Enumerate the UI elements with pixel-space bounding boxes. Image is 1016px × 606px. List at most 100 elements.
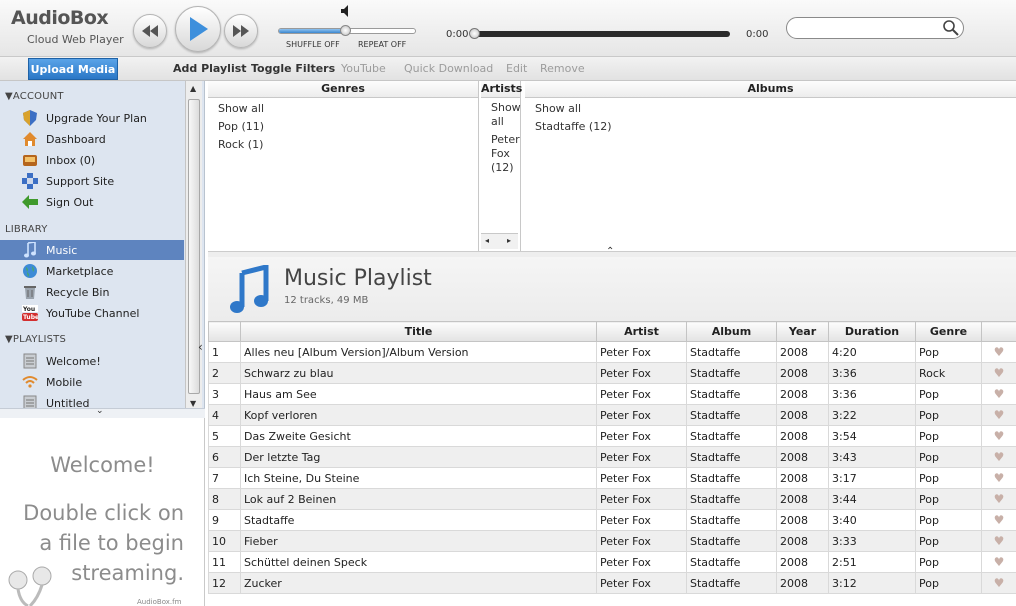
- repeat-toggle[interactable]: REPEAT OFF: [358, 40, 406, 49]
- column-header-artist[interactable]: Artist: [596, 321, 687, 342]
- favorite-cell[interactable]: ♥: [981, 404, 1016, 426]
- column-header-album[interactable]: Album: [686, 321, 777, 342]
- table-header-row: Title Artist Album Year Duration Genre: [208, 321, 1016, 342]
- edit-button[interactable]: Edit: [506, 62, 527, 75]
- heart-icon[interactable]: ♥: [994, 471, 1005, 485]
- youtube-button[interactable]: YouTube: [341, 62, 386, 75]
- sidebar-resize-handle[interactable]: ⌄: [0, 406, 205, 418]
- favorite-cell[interactable]: ♥: [981, 572, 1016, 594]
- album-item[interactable]: Stadtaffe (12): [525, 118, 1016, 136]
- column-header-number[interactable]: [208, 321, 241, 342]
- table-row[interactable]: 10 Fieber Peter Fox Stadtaffe 2008 3:33 Pop ♥: [208, 530, 1016, 552]
- sidebar-item-music[interactable]: Music: [0, 240, 184, 260]
- table-row[interactable]: 1 Alles neu [Album Version]/Album Version…: [208, 341, 1016, 363]
- add-playlist-button[interactable]: Add Playlist: [173, 62, 247, 75]
- remove-button[interactable]: Remove: [540, 62, 585, 75]
- column-header-genre[interactable]: Genre: [915, 321, 982, 342]
- account-section-header[interactable]: ▼ACCOUNT: [5, 91, 64, 102]
- chevron-up-icon[interactable]: ⌃: [606, 246, 614, 257]
- heart-icon[interactable]: ♥: [994, 366, 1005, 380]
- toggle-filters-button[interactable]: Toggle Filters: [251, 62, 335, 75]
- favorite-cell[interactable]: ♥: [981, 383, 1016, 405]
- track-title: Alles neu [Album Version]/Album Version: [240, 341, 597, 363]
- quick-download-button[interactable]: Quick Download: [404, 62, 493, 75]
- sidebar-item-label: Recycle Bin: [46, 285, 110, 299]
- genre-item[interactable]: Pop (11): [208, 118, 478, 136]
- sidebar-item-playlist-welcome[interactable]: Welcome!: [0, 351, 184, 371]
- sidebar-item-youtube-channel[interactable]: You Tube YouTube Channel: [0, 303, 184, 323]
- heart-icon[interactable]: ♥: [994, 513, 1005, 527]
- favorite-cell[interactable]: ♥: [981, 362, 1016, 384]
- favorite-cell[interactable]: ♥: [981, 446, 1016, 468]
- next-track-button[interactable]: [224, 14, 258, 48]
- heart-icon[interactable]: ♥: [994, 534, 1005, 548]
- sidebar-item-inbox[interactable]: Inbox (0): [0, 150, 184, 170]
- previous-track-button[interactable]: [133, 14, 167, 48]
- playlists-section-header[interactable]: ▼PLAYLISTS: [5, 334, 66, 345]
- sidebar-item-dashboard[interactable]: Dashboard: [0, 129, 184, 149]
- table-row[interactable]: 12 Zucker Peter Fox Stadtaffe 2008 3:12 Pop ♥: [208, 572, 1016, 594]
- track-title: Kopf verloren: [240, 404, 597, 426]
- sidebar-item-recycle-bin[interactable]: Recycle Bin: [0, 282, 184, 302]
- heart-icon[interactable]: ♥: [994, 450, 1005, 464]
- column-header-favorite[interactable]: [981, 321, 1016, 342]
- genre-item[interactable]: Rock (1): [208, 136, 478, 154]
- heart-icon[interactable]: ♥: [994, 555, 1005, 569]
- table-row[interactable]: 5 Das Zweite Gesicht Peter Fox Stadtaffe 200…: [208, 425, 1016, 447]
- favorite-cell[interactable]: ♥: [981, 488, 1016, 510]
- table-row[interactable]: 7 Ich Steine, Du Steine Peter Fox Stadtaffe…: [208, 467, 1016, 489]
- track-duration: 3:22: [828, 404, 916, 426]
- scroll-right-icon[interactable]: ▸: [507, 236, 511, 245]
- search-icon[interactable]: [942, 19, 960, 37]
- heart-icon[interactable]: ♥: [994, 345, 1005, 359]
- favorite-cell[interactable]: ♥: [981, 425, 1016, 447]
- track-duration: 3:54: [828, 425, 916, 447]
- artist-item[interactable]: Peter Fox (12): [481, 133, 520, 175]
- column-header-title[interactable]: Title: [240, 321, 597, 342]
- table-row[interactable]: 3 Haus am See Peter Fox Stadtaffe 2008 3:36 Po…: [208, 383, 1016, 405]
- column-header-year[interactable]: Year: [776, 321, 829, 342]
- table-row[interactable]: 6 Der letzte Tag Peter Fox Stadtaffe 2008 3:4…: [208, 446, 1016, 468]
- sidebar-item-marketplace[interactable]: Marketplace: [0, 261, 184, 281]
- heart-icon[interactable]: ♥: [994, 387, 1005, 401]
- chevron-down-icon[interactable]: ⌄: [96, 406, 104, 416]
- seek-bar[interactable]: [472, 31, 730, 37]
- table-row[interactable]: 9 Stadtaffe Peter Fox Stadtaffe 2008 3:40 Pop ♥: [208, 509, 1016, 531]
- sidebar-item-sign-out[interactable]: Sign Out: [0, 192, 184, 212]
- table-row[interactable]: 2 Schwarz zu blau Peter Fox Stadtaffe 2008 3:…: [208, 362, 1016, 384]
- seek-handle[interactable]: [469, 28, 480, 39]
- sidebar-item-upgrade[interactable]: Upgrade Your Plan: [0, 108, 184, 128]
- heart-icon[interactable]: ♥: [994, 408, 1005, 422]
- artist-item[interactable]: Show all: [481, 101, 521, 129]
- favorite-cell[interactable]: ♥: [981, 509, 1016, 531]
- sidebar-scrollbar[interactable]: ▲ ▼: [185, 81, 202, 411]
- shuffle-toggle[interactable]: SHUFFLE OFF: [286, 40, 340, 49]
- heart-icon[interactable]: ♥: [994, 429, 1005, 443]
- favorite-cell[interactable]: ♥: [981, 467, 1016, 489]
- heart-icon[interactable]: ♥: [994, 576, 1005, 590]
- table-row[interactable]: 4 Kopf verloren Peter Fox Stadtaffe 2008 3:22…: [208, 404, 1016, 426]
- table-row[interactable]: 8 Lok auf 2 Beinen Peter Fox Stadtaffe 2008 3…: [208, 488, 1016, 510]
- upload-media-button[interactable]: Upload Media: [28, 58, 118, 80]
- favorite-cell[interactable]: ♥: [981, 341, 1016, 363]
- play-button[interactable]: [175, 6, 221, 52]
- volume-slider-handle[interactable]: [340, 25, 351, 36]
- search-input[interactable]: [786, 17, 964, 39]
- favorite-cell[interactable]: ♥: [981, 530, 1016, 552]
- sidebar-item-playlist-mobile[interactable]: Mobile: [0, 372, 184, 392]
- playlist-icon: [22, 353, 38, 369]
- sidebar-item-support[interactable]: Support Site: [0, 171, 184, 191]
- scroll-left-icon[interactable]: ◂: [485, 236, 489, 245]
- track-genre: Pop: [915, 341, 982, 363]
- favorite-cell[interactable]: ♥: [981, 551, 1016, 573]
- track-album: Stadtaffe: [686, 488, 777, 510]
- heart-icon[interactable]: ♥: [994, 492, 1005, 506]
- table-row[interactable]: 11 Schüttel deinen Speck Peter Fox Stadtaff…: [208, 551, 1016, 573]
- scroll-down-icon[interactable]: ▼: [190, 399, 196, 408]
- album-item[interactable]: Show all: [525, 100, 1016, 118]
- artists-horizontal-scrollbar[interactable]: ◂ ▸: [481, 233, 518, 249]
- sidebar-collapse-icon[interactable]: ‹: [198, 340, 207, 358]
- scroll-up-icon[interactable]: ▲: [190, 84, 196, 93]
- column-header-duration[interactable]: Duration: [828, 321, 916, 342]
- genre-item[interactable]: Show all: [208, 100, 478, 118]
